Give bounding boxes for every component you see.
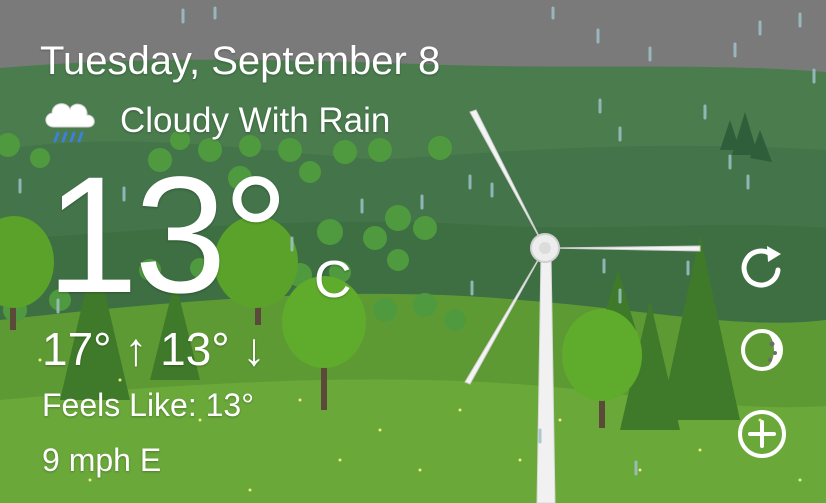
condition-label: Cloudy With Rain — [120, 101, 391, 140]
current-temperature: 13° — [46, 143, 289, 328]
cloud-rain-icon — [45, 103, 95, 143]
refresh-icon — [741, 246, 781, 288]
temperature-unit: C — [314, 251, 352, 309]
date-label: Tuesday, September 8 — [40, 39, 441, 83]
high-low-temperature: 17° ↑ 13° ↓ — [42, 323, 266, 375]
moon-icon — [741, 329, 783, 371]
wind-label: 9 mph E — [42, 442, 162, 478]
weather-screen: Tuesday, September 8 Cloudy With Rain 13… — [0, 0, 826, 503]
moon-phase-button[interactable] — [734, 322, 790, 378]
refresh-button[interactable] — [734, 240, 790, 296]
add-location-button[interactable] — [734, 406, 790, 462]
feels-like-label: Feels Like: 13° — [42, 387, 255, 423]
plus-circle-icon — [738, 410, 786, 458]
